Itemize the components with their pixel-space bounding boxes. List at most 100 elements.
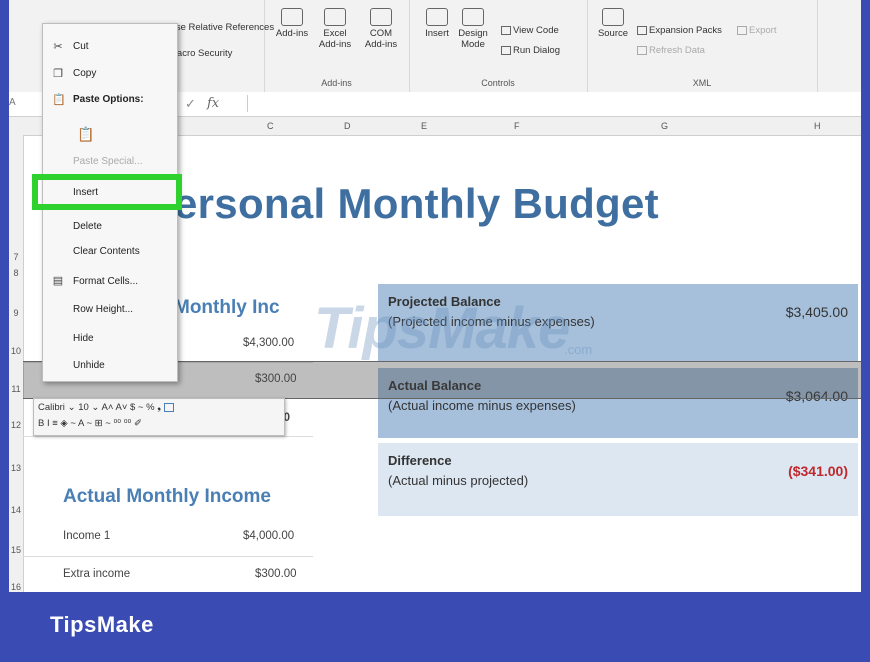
export-button[interactable]: Export [737, 25, 776, 36]
mini-toolbar-formatting[interactable]: B I ≡ ◈ ~ A ~ ⊞ ~ ⁰⁰ ⁰⁰ ✐ [38, 418, 142, 429]
mini-toolbar: Calibri ⌄ 10 ⌄ A˄ A˅ $ ~ % ❟ B I ≡ ◈ ~ A… [33, 398, 285, 436]
name-box[interactable]: A [9, 97, 16, 108]
summary-label: Difference [388, 453, 452, 468]
menu-item-paste-options: Paste Options: [73, 94, 144, 105]
menu-item-copy[interactable]: Copy [73, 68, 96, 79]
design-mode-button[interactable]: Design Mode [453, 8, 493, 50]
paste-icon: 📋 [52, 94, 66, 106]
ribbon-group-xml: Source Expansion Packs Export Refresh Da… [587, 0, 818, 92]
footer-band: TipsMake [0, 592, 870, 662]
income-label: Extra income [63, 568, 131, 580]
com-add-ins-icon [370, 8, 392, 26]
formula-separator [247, 95, 248, 112]
menu-item-hide[interactable]: Hide [73, 333, 94, 344]
row-headers: 7 8 9 10 11 12 13 14 15 16 [9, 135, 24, 592]
column-header-d[interactable]: D [344, 121, 351, 131]
excel-add-ins-icon [324, 8, 346, 26]
ribbon-group-addins: Add-ins Excel Add-ins COM Add-ins Add-in… [264, 0, 410, 92]
add-ins-icon [281, 8, 303, 26]
add-ins-label: Add-ins [275, 28, 309, 39]
macro-security-button[interactable]: Macro Security [169, 48, 232, 59]
row-number[interactable]: 7 [9, 252, 23, 262]
font-name-select[interactable]: Calibri [38, 402, 65, 413]
run-dialog-button[interactable]: Run Dialog [501, 45, 560, 56]
summary-value: ($341.00) [788, 463, 848, 479]
font-size-select[interactable]: 10 [78, 402, 89, 413]
mini-toolbar-row-1: Calibri ⌄ 10 ⌄ A˄ A˅ $ ~ % ❟ [38, 402, 176, 413]
design-mode-icon [462, 8, 484, 26]
refresh-data-label: Refresh Data [649, 45, 705, 56]
row-number[interactable]: 16 [9, 582, 23, 592]
xml-source-button[interactable]: Source [595, 8, 631, 39]
column-header-f[interactable]: F [514, 121, 520, 131]
export-label: Export [749, 25, 777, 36]
menu-item-cut[interactable]: Cut [73, 41, 89, 52]
table-row[interactable]: Income 1 $4,000.00 [23, 518, 313, 557]
watermark-domain: .com [564, 342, 593, 357]
com-add-ins-button[interactable]: COM Add-ins [360, 8, 402, 50]
row-number[interactable]: 12 [9, 420, 23, 430]
controls-group-label: Controls [481, 78, 515, 88]
xml-group-label: XML [692, 78, 712, 88]
row-number[interactable]: 10 [9, 346, 23, 356]
menu-item-paste-special[interactable]: Paste Special... [73, 156, 142, 167]
watermark: TipsMake [314, 296, 570, 361]
row-number[interactable]: 9 [9, 308, 23, 318]
excel-add-ins-button[interactable]: Excel Add-ins [314, 8, 356, 50]
insert-control-label: Insert [425, 28, 449, 39]
row-number[interactable]: 13 [9, 463, 23, 473]
actual-income-heading[interactable]: Actual Monthly Income [63, 486, 271, 508]
expansion-packs-label: Expansion Packs [649, 25, 722, 36]
column-header-g[interactable]: G [661, 121, 668, 131]
menu-item-row-height[interactable]: Row Height... [73, 304, 133, 315]
excel-add-ins-label: Excel Add-ins [318, 28, 352, 50]
summary-description: (Actual income minus expenses) [388, 398, 576, 413]
income-value: $4,300.00 [243, 337, 295, 349]
excel-window: Use Relative References Macro Security A… [9, 0, 861, 592]
expansion-packs-button[interactable]: Expansion Packs [637, 25, 722, 36]
confirm-icon[interactable]: ✓ [185, 96, 196, 112]
run-dialog-icon [501, 45, 511, 55]
format-cells-icon: ▤ [52, 275, 64, 287]
brand-label: TipsMake [50, 612, 154, 637]
menu-item-clear-contents[interactable]: Clear Contents [73, 246, 140, 257]
insert-function-icon[interactable]: fx [207, 96, 219, 111]
row-number[interactable]: 11 [9, 384, 23, 394]
budget-title[interactable]: ersonal Monthly Budget [174, 180, 659, 228]
insert-control-button[interactable]: Insert [419, 8, 455, 39]
paste-clipboard-icon[interactable]: 📋 [77, 126, 94, 143]
com-add-ins-label: COM Add-ins [364, 28, 398, 50]
column-header-c[interactable]: C [267, 121, 274, 131]
ribbon-group-controls: Insert Design Mode View Code Run Dialog … [409, 0, 588, 92]
format-controls[interactable]: A˄ A˅ $ ~ % ❟ [101, 402, 160, 413]
add-ins-button[interactable]: Add-ins [274, 8, 310, 39]
relative-references-button[interactable]: Use Relative References [169, 22, 274, 33]
refresh-data-icon [637, 45, 647, 55]
screenshot-frame: Use Relative References Macro Security A… [0, 0, 870, 662]
copy-icon: ❐ [53, 68, 63, 80]
difference-box[interactable]: Difference (Actual minus projected) ($34… [378, 443, 858, 516]
table-row[interactable]: Extra income $300.00 [23, 556, 313, 592]
view-code-button[interactable]: View Code [501, 25, 559, 36]
view-code-label: View Code [513, 25, 559, 36]
run-dialog-label: Run Dialog [513, 45, 560, 56]
xml-source-icon [602, 8, 624, 26]
format-painter-icon[interactable] [163, 402, 174, 412]
column-header-e[interactable]: E [421, 121, 427, 131]
income-label: Income 1 [63, 530, 111, 542]
view-code-icon [501, 25, 511, 35]
menu-item-delete[interactable]: Delete [73, 221, 102, 232]
menu-item-format-cells[interactable]: Format Cells... [73, 276, 138, 287]
xml-source-label: Source [597, 28, 629, 39]
cut-icon: ✂ [53, 41, 63, 53]
row-number[interactable]: 14 [9, 505, 23, 515]
refresh-data-button[interactable]: Refresh Data [637, 45, 705, 56]
income-value: $4,000.00 [243, 530, 295, 542]
column-header-h[interactable]: H [814, 121, 821, 131]
row-number[interactable]: 8 [9, 268, 23, 278]
menu-item-unhide[interactable]: Unhide [73, 360, 105, 371]
export-icon [737, 25, 747, 35]
insert-control-icon [426, 8, 448, 26]
projected-income-heading[interactable]: Monthly Inc [174, 297, 280, 319]
row-number[interactable]: 15 [9, 545, 23, 555]
